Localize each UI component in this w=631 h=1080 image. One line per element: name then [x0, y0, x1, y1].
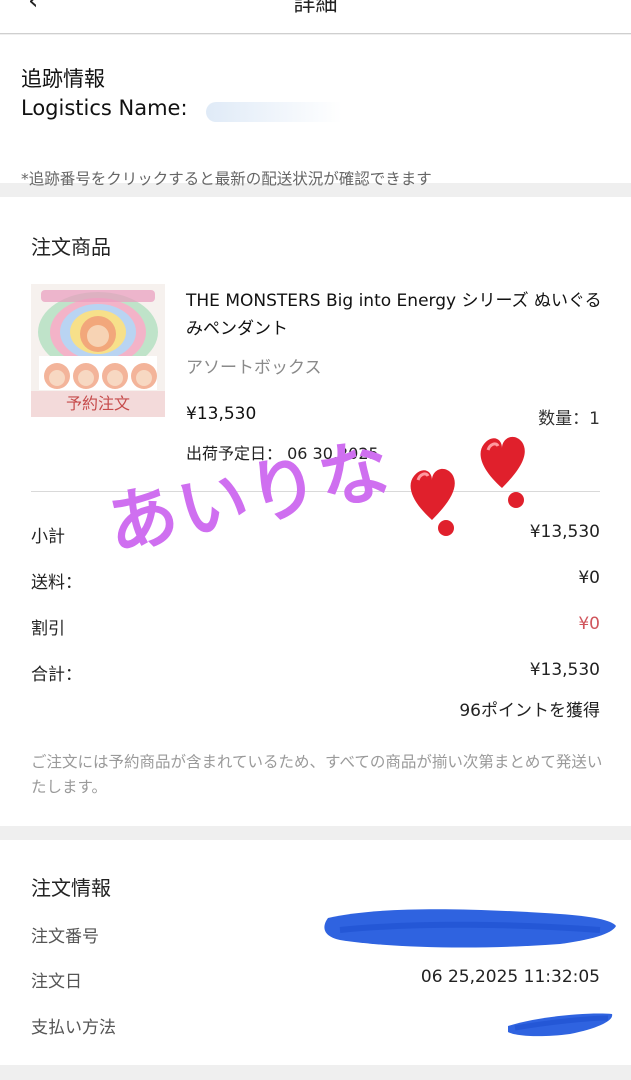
shipping-label: 送料：: [31, 573, 82, 593]
order-info-title: 注文情報: [31, 876, 111, 900]
preorder-notice: ご注文には予約商品が含まれているため、すべての商品が揃い次第まとめて発送いたしま…: [31, 753, 603, 796]
order-detail-screen: ‹ 詳細 追跡情報 Logistics Name: *追跡番号をクリックすると最…: [0, 0, 631, 1080]
discount-label: 割引: [31, 619, 65, 639]
tracking-note: *追跡番号をクリックすると最新の配送状況が確認できます: [21, 170, 432, 188]
shipping-value: ¥0: [578, 568, 600, 588]
subtotal-label: 小計: [31, 527, 65, 547]
logistics-name-label: Logistics Name:: [21, 96, 188, 120]
product-price: ¥13,530: [186, 404, 257, 424]
points-earned: 96ポイントを獲得: [459, 701, 600, 721]
order-date-value: 06 25,2025 11:32:05: [420, 967, 600, 987]
product-variant: アソートボックス: [186, 358, 322, 378]
payment-method-label: 支払い方法: [31, 1018, 116, 1038]
thumb-art: [38, 290, 158, 390]
order-items-title: 注文商品: [31, 235, 111, 259]
preorder-badge: 予約注文: [31, 391, 165, 417]
page-title: 詳細: [293, 0, 338, 17]
total-value: ¥13,530: [529, 660, 600, 680]
logistics-name-redacted[interactable]: [206, 102, 376, 122]
nav-bar: ‹ 詳細: [0, 0, 631, 34]
tracking-title: 追跡情報: [21, 67, 105, 91]
order-info-card: 注文情報 注文番号 注文日 06 25,2025 11:32:05 支払い方法: [0, 840, 631, 1065]
product-name[interactable]: THE MONSTERS Big into Energy シリーズ ぬいぐるみペ…: [186, 287, 606, 343]
order-date-label: 注文日: [31, 972, 82, 992]
total-label: 合計：: [31, 665, 82, 685]
order-number-label: 注文番号: [31, 927, 99, 947]
product-quantity: 数量：1: [538, 409, 600, 429]
discount-value: ¥0: [578, 614, 600, 634]
subtotal-value: ¥13,530: [529, 522, 600, 542]
tracking-card: 追跡情報 Logistics Name: *追跡番号をクリックすると最新の配送状…: [0, 35, 631, 188]
